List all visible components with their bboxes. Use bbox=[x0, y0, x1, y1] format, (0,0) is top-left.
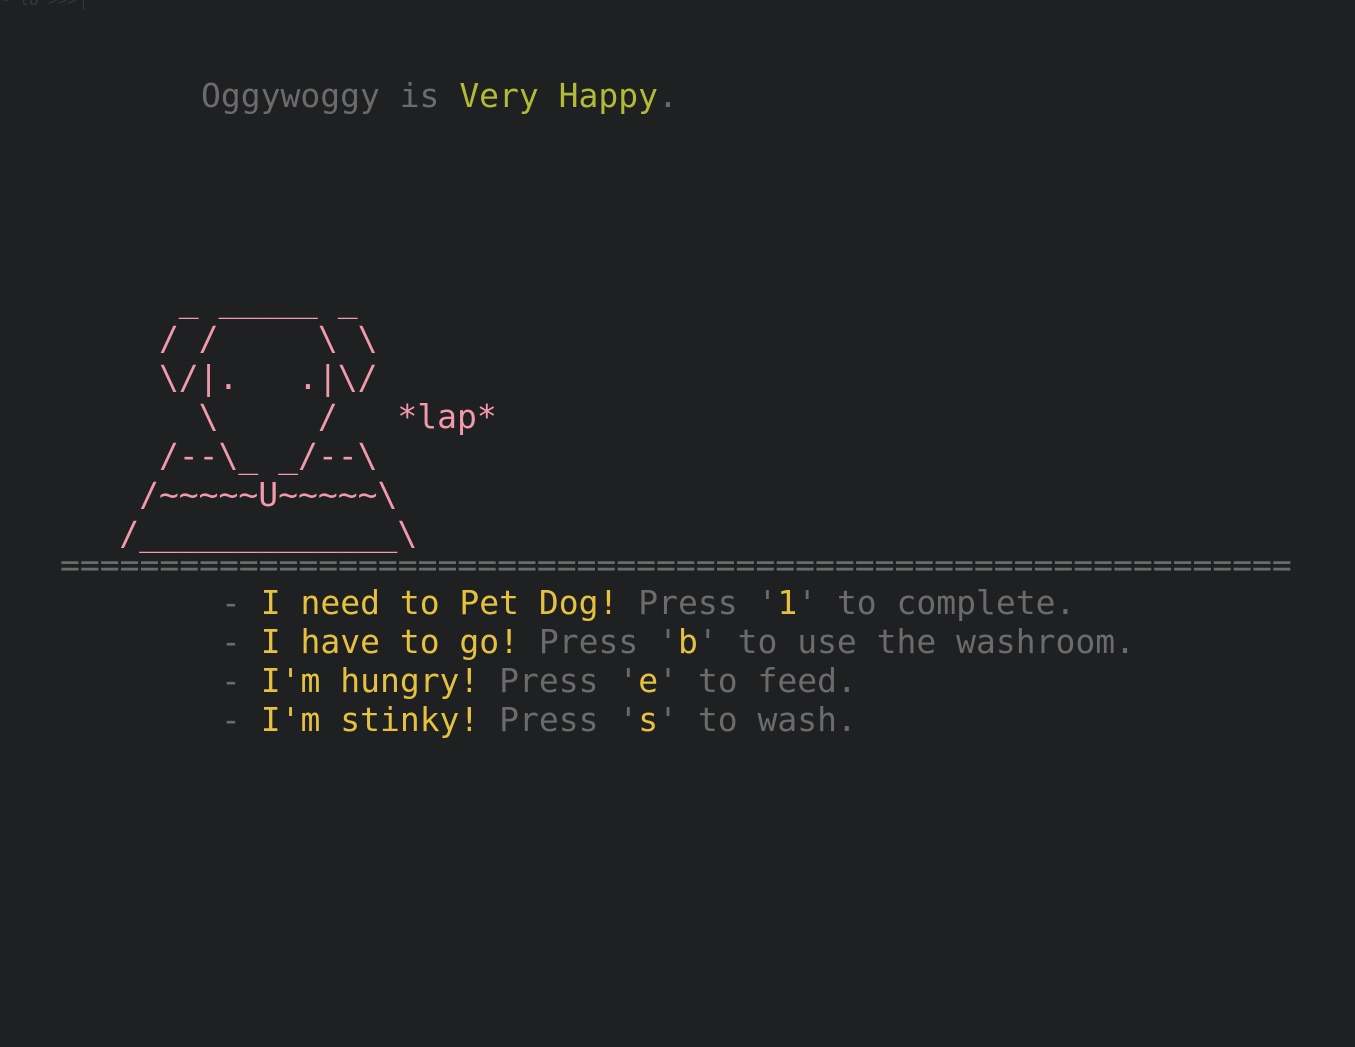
divider-line: ========================================… bbox=[60, 545, 1292, 584]
need-text: I have to go! bbox=[260, 622, 520, 661]
dog-art-line: /--\_ _/--\ bbox=[0, 436, 378, 475]
need-instruction-start: Press ' bbox=[519, 622, 678, 661]
dog-art-line: /~~~~~U~~~~~\ bbox=[0, 475, 398, 514]
need-instruction-end: ' to wash. bbox=[658, 700, 857, 739]
need-key: b bbox=[677, 622, 698, 661]
need-instruction-start: Press ' bbox=[479, 700, 639, 739]
need-item: - I'm hungry! Press 'e' to feed. bbox=[221, 661, 1135, 700]
need-bullet: - bbox=[221, 583, 261, 622]
dog-art-line: \/|. .|\/ bbox=[0, 358, 378, 397]
need-item: - I'm stinky! Press 's' to wash. bbox=[221, 700, 1135, 739]
status-period: . bbox=[658, 76, 678, 115]
need-text: I'm hungry! bbox=[260, 661, 480, 700]
pet-mood: Very Happy bbox=[459, 76, 658, 115]
need-key: s bbox=[638, 700, 659, 739]
prompt-text: ~ lb >>> bbox=[0, 0, 77, 9]
need-instruction-end: ' to use the washroom. bbox=[697, 622, 1135, 661]
dog-ascii-art: _ _____ _ / / \ \ \/|. .|\/ \ / *lap* /-… bbox=[0, 280, 497, 553]
need-instruction-end: ' to complete. bbox=[797, 583, 1076, 622]
need-key: 1 bbox=[777, 583, 798, 622]
need-bullet: - bbox=[221, 622, 261, 661]
need-item: - I have to go! Press 'b' to use the was… bbox=[221, 622, 1135, 661]
need-text: I need to Pet Dog! bbox=[260, 583, 619, 622]
dog-art-line: \ / *lap* bbox=[0, 397, 497, 436]
dog-art-line: _ _____ _ bbox=[0, 280, 358, 319]
need-instruction-start: Press ' bbox=[479, 661, 639, 700]
text-cursor bbox=[83, 0, 85, 10]
status-verb: is bbox=[399, 76, 440, 115]
terminal-prompt: ~ lb >>> bbox=[0, 0, 85, 10]
dog-art-line: / / \ \ bbox=[0, 319, 378, 358]
need-key: e bbox=[638, 661, 659, 700]
need-bullet: - bbox=[221, 700, 261, 739]
need-text: I'm stinky! bbox=[260, 700, 480, 739]
need-item: - I need to Pet Dog! Press '1' to comple… bbox=[221, 583, 1135, 622]
need-instruction-end: ' to feed. bbox=[658, 661, 857, 700]
needs-list: - I need to Pet Dog! Press '1' to comple… bbox=[221, 583, 1135, 739]
need-bullet: - bbox=[221, 661, 261, 700]
need-instruction-start: Press ' bbox=[618, 583, 778, 622]
pet-name: Oggywoggy bbox=[201, 76, 380, 115]
pet-status-line: Oggywoggy is Very Happy. bbox=[201, 76, 678, 115]
